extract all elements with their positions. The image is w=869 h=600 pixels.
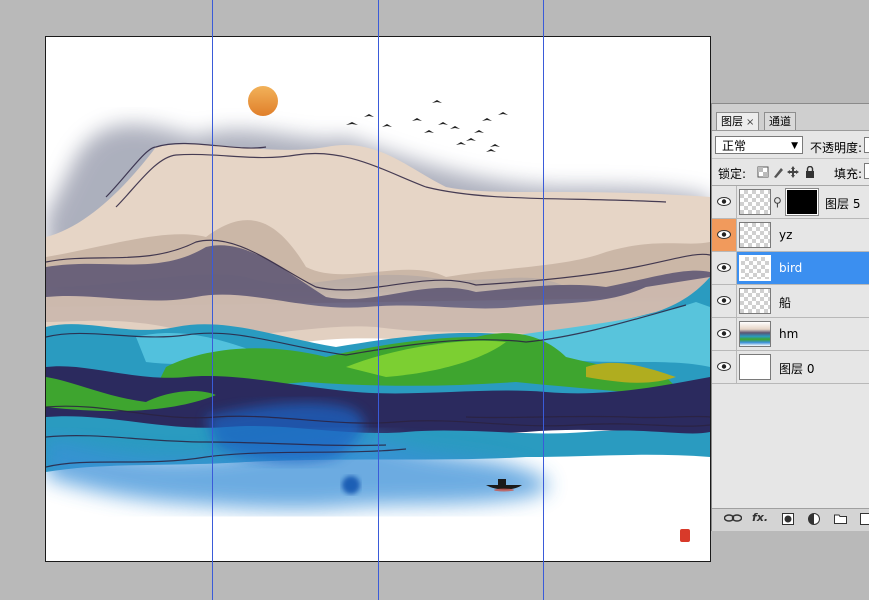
fx-icon[interactable]: fx.: [752, 511, 768, 525]
eye-icon: [717, 329, 731, 338]
panel-tabs: 图层 × 通道: [712, 104, 869, 131]
layers-panel-footer: fx.: [712, 508, 869, 531]
layer-name: yz: [779, 228, 793, 242]
visibility-toggle[interactable]: [712, 186, 737, 218]
opacity-input[interactable]: [864, 137, 869, 153]
blend-mode-select[interactable]: 正常 ▼: [715, 136, 803, 154]
layer-name: 图层 0: [779, 362, 815, 376]
tab-layers-label: 图层: [721, 115, 743, 128]
layer-name: bird: [779, 261, 803, 275]
layer-mask-thumbnail[interactable]: [786, 189, 818, 215]
chevron-down-icon: ▼: [791, 141, 798, 151]
layer-thumbnail[interactable]: [739, 189, 771, 215]
visibility-toggle[interactable]: [712, 252, 737, 284]
link-icon[interactable]: ⚲: [773, 195, 782, 209]
layer-thumbnail[interactable]: [739, 321, 771, 347]
mask-icon[interactable]: [782, 513, 794, 527]
close-icon[interactable]: ×: [746, 117, 754, 128]
eye-icon: [717, 263, 731, 272]
eye-icon: [717, 296, 731, 305]
layer-row[interactable]: hm: [712, 318, 869, 351]
layer-row[interactable]: ⚲ 图层 5: [712, 186, 869, 219]
fill-input[interactable]: [864, 163, 869, 179]
vertical-guide[interactable]: [378, 0, 379, 600]
visibility-toggle[interactable]: [712, 219, 737, 251]
layer-thumbnail[interactable]: [739, 255, 771, 281]
layer-row[interactable]: yz: [712, 219, 869, 252]
layer-thumbnail[interactable]: [739, 354, 771, 380]
visibility-toggle[interactable]: [712, 285, 737, 317]
fill-label: 填充:: [834, 167, 863, 181]
seal: [680, 529, 690, 542]
new-layer-icon[interactable]: [860, 513, 869, 527]
layer-name: 船: [779, 296, 792, 310]
eye-icon: [717, 230, 731, 239]
lock-row: 锁定: 填充:: [712, 158, 869, 185]
layer-thumbnail[interactable]: [739, 288, 771, 314]
layers-panel: 图层 × 通道 正常 ▼ 不透明度: 锁定: 填充: ⚲ 图层 5 yz bir…: [711, 103, 869, 531]
layer-thumbnail[interactable]: [739, 222, 771, 248]
visibility-toggle[interactable]: [712, 351, 737, 383]
vertical-guide[interactable]: [543, 0, 544, 600]
lock-transparent-pixels-icon[interactable]: [757, 166, 769, 178]
opacity-label: 不透明度:: [810, 141, 863, 155]
folder-icon[interactable]: [834, 513, 847, 527]
link-icon[interactable]: [724, 513, 742, 527]
tab-layers[interactable]: 图层 ×: [716, 112, 760, 130]
adjustment-icon[interactable]: [808, 513, 820, 527]
lock-label: 锁定:: [718, 167, 747, 181]
blend-mode-value: 正常: [722, 139, 747, 153]
layer-row[interactable]: bird: [712, 252, 869, 285]
layer-row[interactable]: 图层 0: [712, 351, 869, 384]
sun: [248, 86, 278, 116]
lock-position-icon[interactable]: [787, 166, 799, 178]
layers-list: ⚲ 图层 5 yz bird 船 hm 图层 0: [712, 185, 869, 384]
lock-all-icon[interactable]: [804, 166, 816, 178]
visibility-toggle[interactable]: [712, 318, 737, 350]
layer-row[interactable]: 船: [712, 285, 869, 318]
eye-icon: [717, 362, 731, 371]
tab-channels[interactable]: 通道: [764, 112, 796, 130]
tab-channels-label: 通道: [769, 115, 791, 128]
layer-name: hm: [779, 327, 799, 341]
layer-name: 图层 5: [825, 197, 861, 211]
eye-icon: [717, 197, 731, 206]
blend-row: 正常 ▼ 不透明度:: [712, 131, 869, 157]
vertical-guide[interactable]: [212, 0, 213, 600]
lock-image-pixels-icon[interactable]: [772, 166, 784, 178]
birds: [346, 100, 508, 152]
